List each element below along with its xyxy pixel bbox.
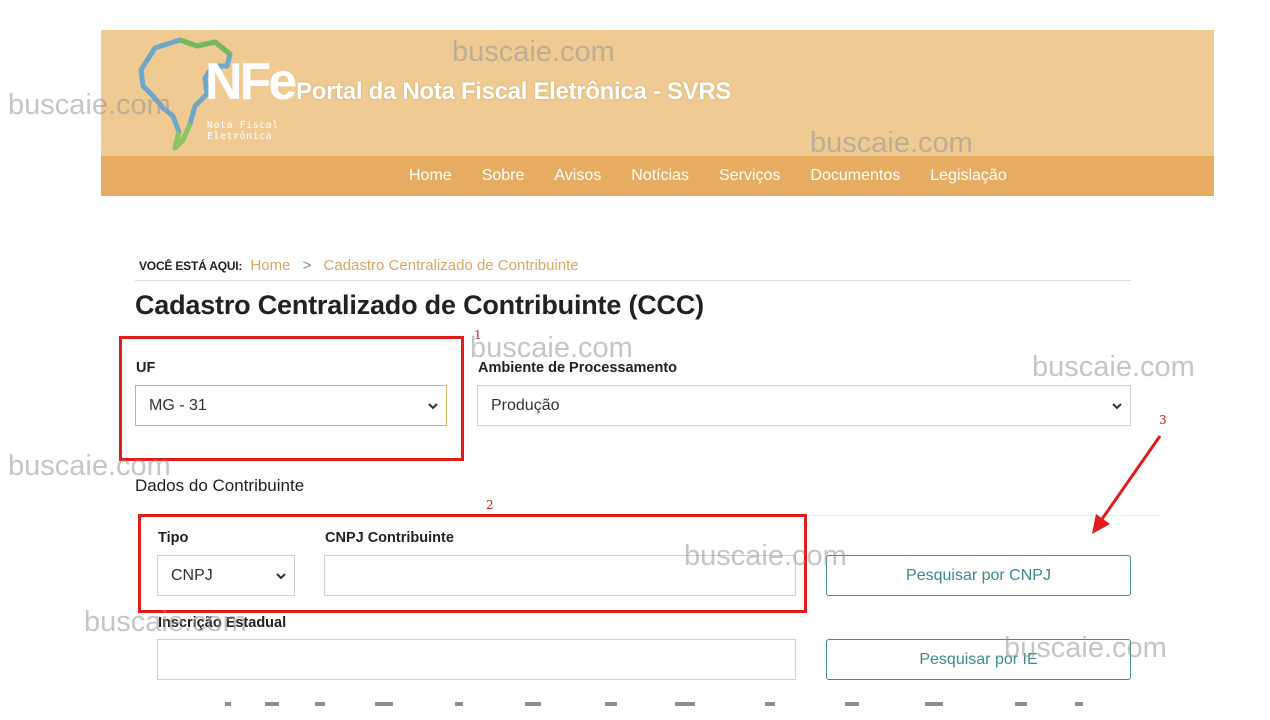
main-navbar: Home Sobre Avisos Notícias Serviços Docu… [101,156,1214,196]
watermark: buscaie.com [452,36,615,68]
breadcrumb-current: Cadastro Centralizado de Contribuinte [323,257,579,274]
portal-title: Portal da Nota Fiscal Eletrônica - SVRS [296,78,732,105]
watermark: buscaie.com [470,332,633,364]
nav-item-home[interactable]: Home [409,167,452,185]
annotation-number-2: 2 [486,498,494,512]
ambiente-select[interactable]: Produção [477,385,1131,426]
annotation-number-3: 3 [1159,413,1167,427]
watermark: buscaie.com [8,450,171,482]
breadcrumb-prefix: VOCÊ ESTÁ AQUI: [139,259,243,273]
breadcrumb-divider [135,280,1131,281]
nav-item-noticias[interactable]: Notícias [631,167,689,185]
nav-item-documentos[interactable]: Documentos [810,167,900,185]
chevron-down-icon [1112,403,1122,410]
logo-subtext: Nota Fiscal Eletrônica [207,120,279,142]
cut-off-text-line [225,702,1083,706]
nav-item-legislacao[interactable]: Legislação [930,167,1007,185]
site-header: NFe Nota Fiscal Eletrônica Portal da Not… [101,30,1214,196]
nav-item-avisos[interactable]: Avisos [554,167,601,185]
watermark: buscaie.com [1032,351,1195,383]
nav-list: Home Sobre Avisos Notícias Serviços Docu… [409,156,1037,196]
watermark: buscaie.com [684,540,847,572]
ambiente-select-value: Produção [491,396,560,414]
watermark: buscaie.com [8,89,171,121]
annotation-arrow-icon [1092,435,1162,534]
watermark: buscaie.com [84,606,247,638]
ie-input[interactable] [157,639,796,680]
nav-item-sobre[interactable]: Sobre [482,167,525,185]
header-banner: NFe Nota Fiscal Eletrônica Portal da Not… [101,30,1214,156]
watermark: buscaie.com [810,127,973,159]
search-cnpj-button[interactable]: Pesquisar por CNPJ [826,555,1131,596]
page-title: Cadastro Centralizado de Contribuinte (C… [135,290,704,320]
breadcrumb-home-link[interactable]: Home [250,257,290,274]
watermark: buscaie.com [1004,632,1167,664]
breadcrumb: VOCÊ ESTÁ AQUI: Home > Cadastro Centrali… [139,257,579,274]
nav-item-servicos[interactable]: Serviços [719,167,780,185]
logo-nfe-text: NFe [205,53,297,111]
breadcrumb-separator: > [302,257,312,274]
annotation-box-1 [119,336,464,461]
